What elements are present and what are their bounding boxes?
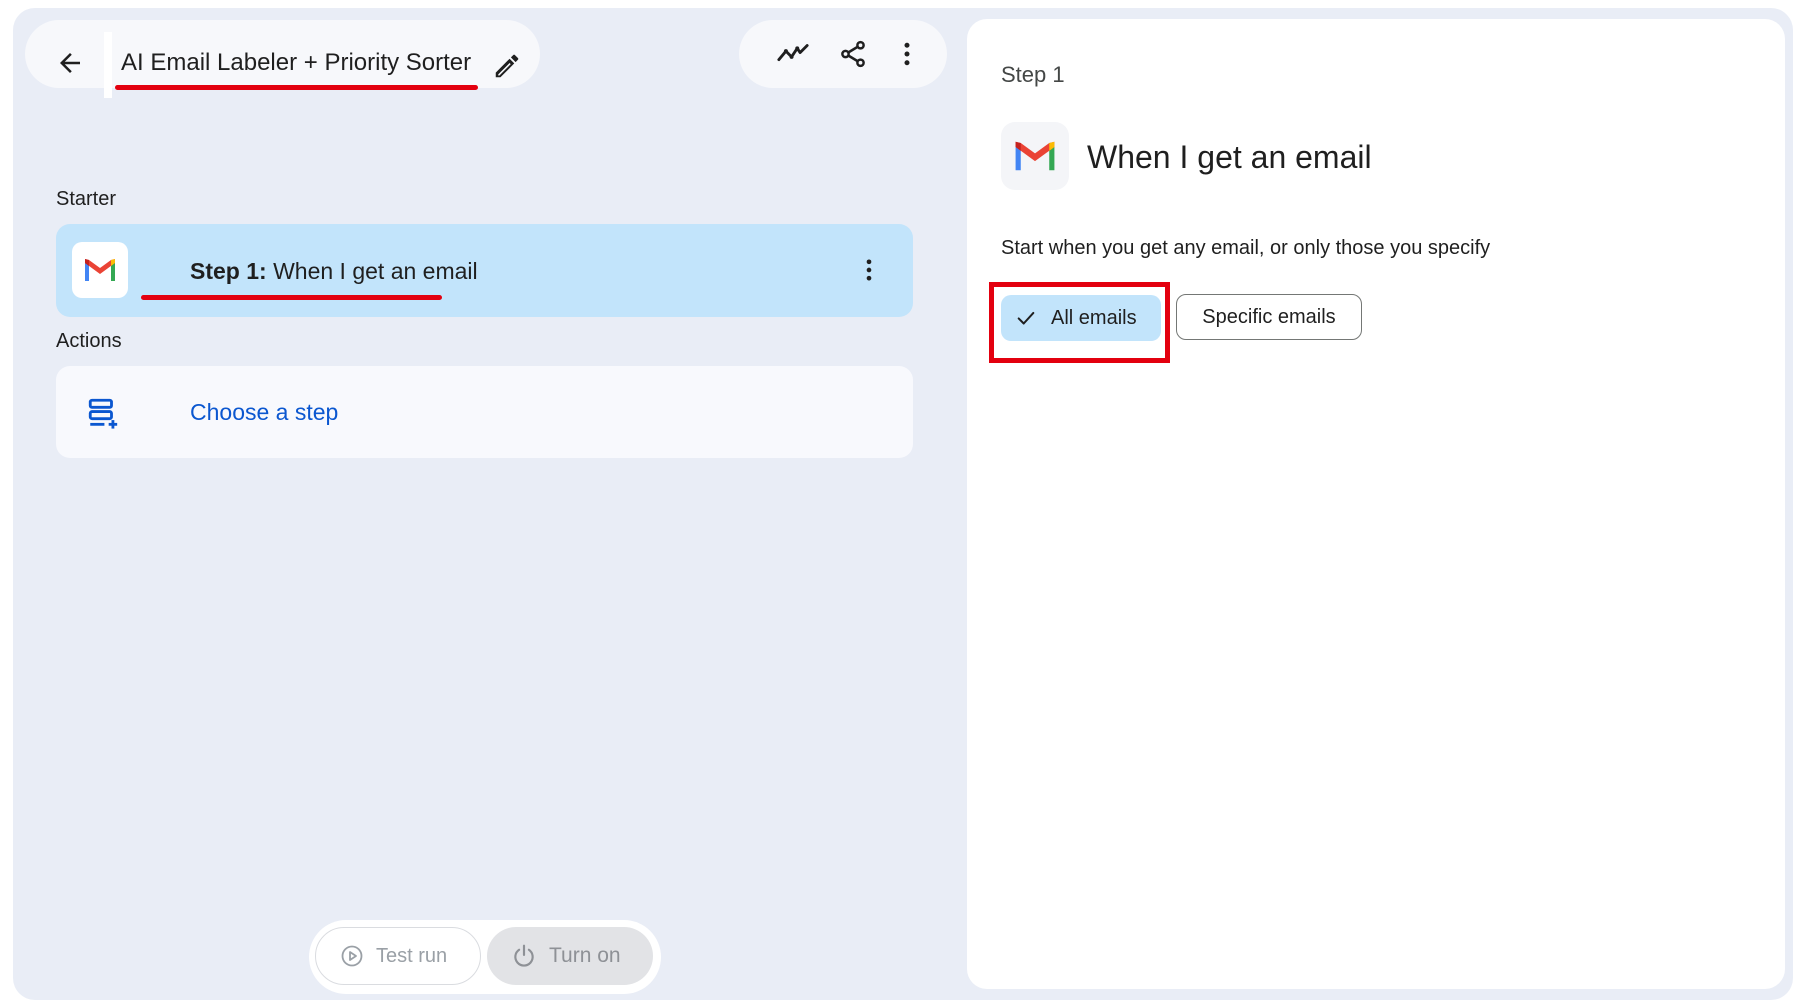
gmail-logo-icon	[1015, 141, 1055, 171]
specific-emails-chip[interactable]: Specific emails	[1176, 294, 1362, 340]
arrow-back-icon	[60, 53, 80, 73]
play-circle-icon	[341, 945, 363, 967]
title-annotation-underline	[115, 85, 478, 90]
turn-on-button[interactable]: Turn on	[487, 927, 653, 985]
add-step-icon	[88, 398, 118, 429]
specific-emails-label: Specific emails	[1202, 305, 1336, 328]
toolbar	[739, 20, 947, 88]
title-bar: AI Email Labeler + Priority Sorter	[25, 20, 540, 98]
choose-step-card[interactable]: Choose a step	[56, 366, 913, 458]
panel-title: When I get an email	[1087, 139, 1372, 175]
turn-on-label: Turn on	[549, 944, 621, 967]
panel-step-label: Step 1	[1001, 62, 1065, 87]
step-config-panel: Step 1 When I get an email Start when yo…	[967, 19, 1785, 989]
power-icon	[514, 944, 534, 967]
edit-title-button[interactable]	[489, 48, 525, 84]
share-button[interactable]	[835, 36, 871, 72]
activity-chart-icon	[777, 44, 809, 62]
app-window: AI Email Labeler + Priority Sorter Start…	[13, 8, 1793, 1000]
test-run-button[interactable]: Test run	[315, 927, 481, 985]
title-divider	[104, 32, 112, 98]
gmail-logo-icon	[85, 259, 115, 281]
more-vert-icon	[904, 42, 910, 66]
pencil-icon	[495, 54, 519, 78]
step-annotation-underline	[141, 295, 442, 300]
selection-annotation-box	[989, 282, 1170, 363]
actions-heading: Actions	[56, 330, 122, 352]
flow-title[interactable]: AI Email Labeler + Priority Sorter	[121, 49, 471, 77]
starter-step-card[interactable]: Step 1: When I get an email	[56, 224, 913, 317]
gmail-tile	[72, 242, 128, 298]
more-options-button[interactable]	[889, 36, 925, 72]
share-icon	[841, 40, 865, 68]
panel-description: Start when you get any email, or only th…	[1001, 237, 1491, 259]
step-name: When I get an email	[273, 258, 478, 284]
bottom-action-bar: Test run Turn on	[309, 920, 661, 994]
starter-heading: Starter	[56, 188, 117, 210]
more-vert-icon	[866, 259, 872, 281]
panel-gmail-tile	[1001, 122, 1069, 190]
activity-button[interactable]	[775, 36, 811, 72]
back-button[interactable]	[37, 30, 103, 96]
step-menu-button[interactable]	[851, 252, 887, 288]
choose-step-label: Choose a step	[190, 399, 339, 425]
step-prefix: Step 1:	[190, 258, 267, 284]
starter-step-title: Step 1: When I get an email	[190, 258, 478, 285]
test-run-label: Test run	[376, 944, 448, 967]
